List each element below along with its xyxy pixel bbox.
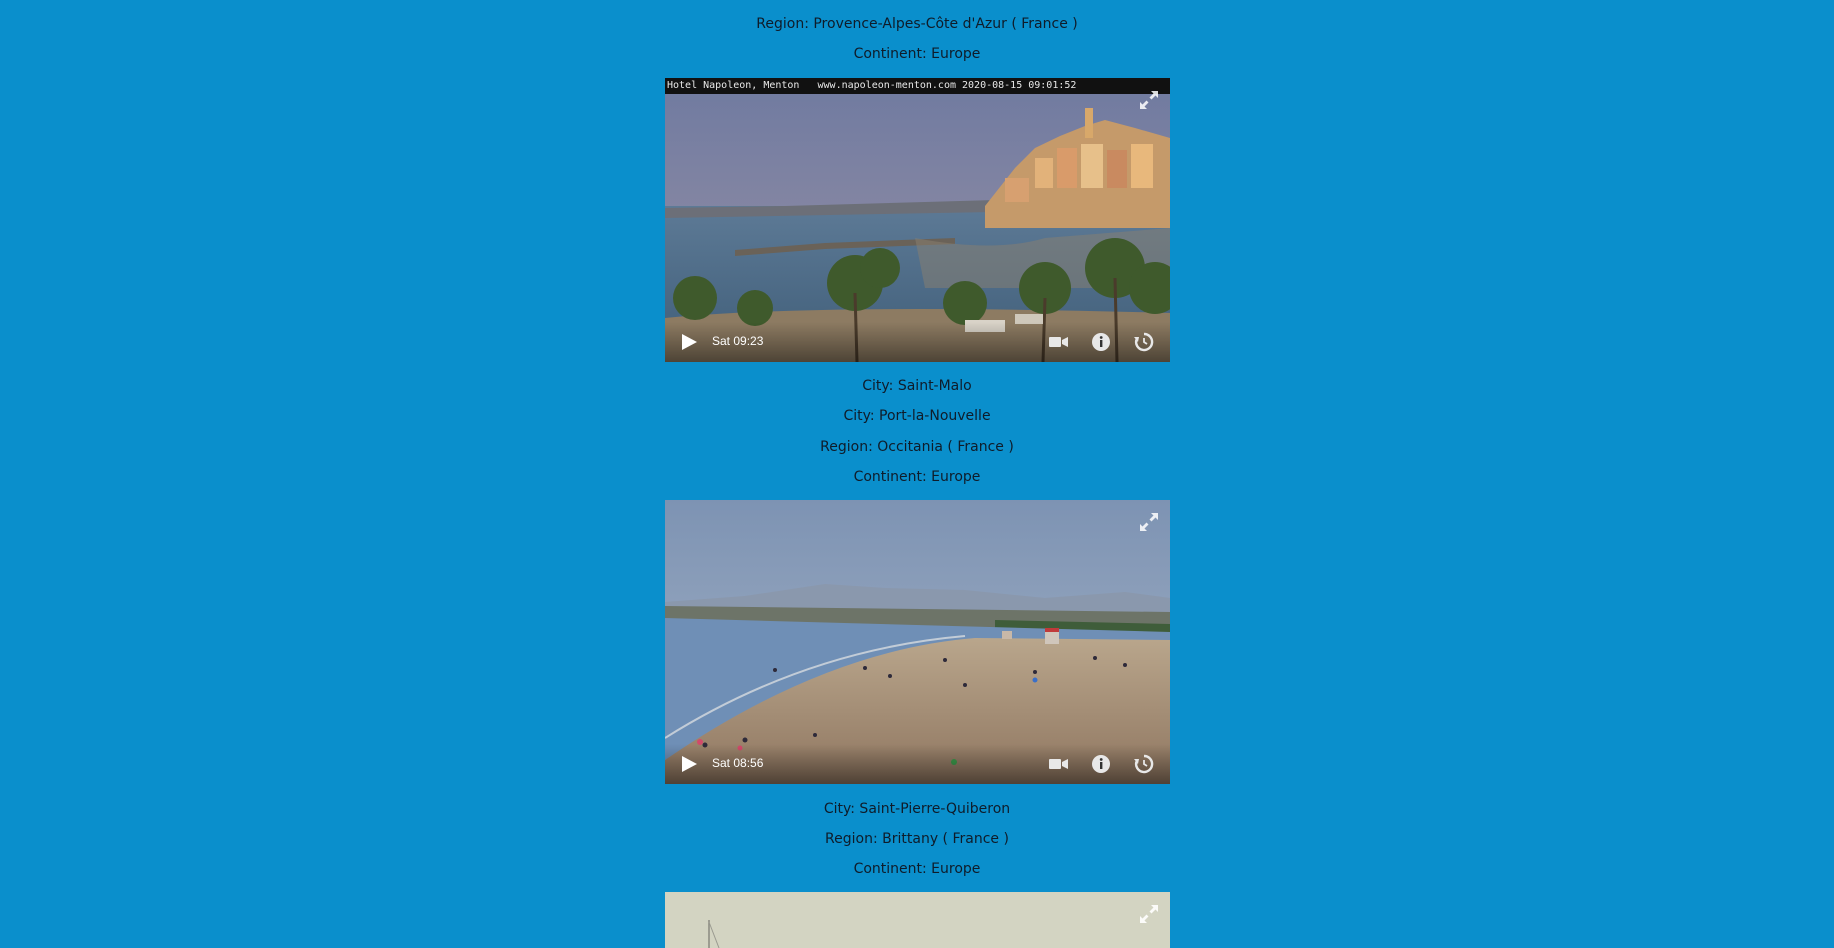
webcam-image-menton (665, 78, 1170, 362)
city-label: City: Saint-Malo (862, 378, 972, 394)
player-controls: Sat 09:23 (665, 322, 1170, 362)
replay-icon[interactable] (1133, 331, 1155, 353)
play-icon[interactable] (678, 331, 700, 353)
continent-label: Continent: Europe (853, 46, 981, 62)
info-icon[interactable] (1090, 331, 1112, 353)
webcam-player-saint-pierre-quiberon[interactable] (665, 892, 1170, 948)
region-label: Region: Occitania ( France ) (820, 439, 1014, 455)
webcam-player-port-la-nouvelle[interactable]: Sat 08:56 (665, 500, 1170, 784)
continent-label: Continent: Europe (853, 861, 981, 877)
video-camera-icon[interactable] (1047, 753, 1069, 775)
city-label: City: Port-la-Nouvelle (843, 408, 991, 424)
region-label: Region: Brittany ( France ) (825, 831, 1009, 847)
webcam-overlay-caption: Hotel Napoleon, Menton www.napoleon-ment… (665, 78, 1170, 94)
webcam-image-port-la-nouvelle (665, 500, 1170, 784)
expand-icon[interactable] (1137, 510, 1161, 534)
webcam-list-page: Region: Provence-Alpes-Côte d'Azur ( Fra… (0, 0, 1834, 948)
webcam-image-saint-pierre-quiberon (665, 892, 1170, 948)
play-icon[interactable] (678, 753, 700, 775)
info-icon[interactable] (1090, 753, 1112, 775)
video-camera-icon[interactable] (1047, 331, 1069, 353)
region-label: Region: Provence-Alpes-Côte d'Azur ( Fra… (756, 16, 1078, 32)
expand-icon[interactable] (1137, 902, 1161, 926)
webcam-player-menton[interactable]: Hotel Napoleon, Menton www.napoleon-ment… (665, 78, 1170, 362)
timestamp-label: Sat 09:23 (712, 334, 764, 348)
replay-icon[interactable] (1133, 753, 1155, 775)
player-controls: Sat 08:56 (665, 744, 1170, 784)
expand-icon[interactable] (1137, 88, 1161, 112)
continent-label: Continent: Europe (853, 469, 981, 485)
timestamp-label: Sat 08:56 (712, 756, 764, 770)
city-label: City: Saint-Pierre-Quiberon (823, 801, 1011, 817)
